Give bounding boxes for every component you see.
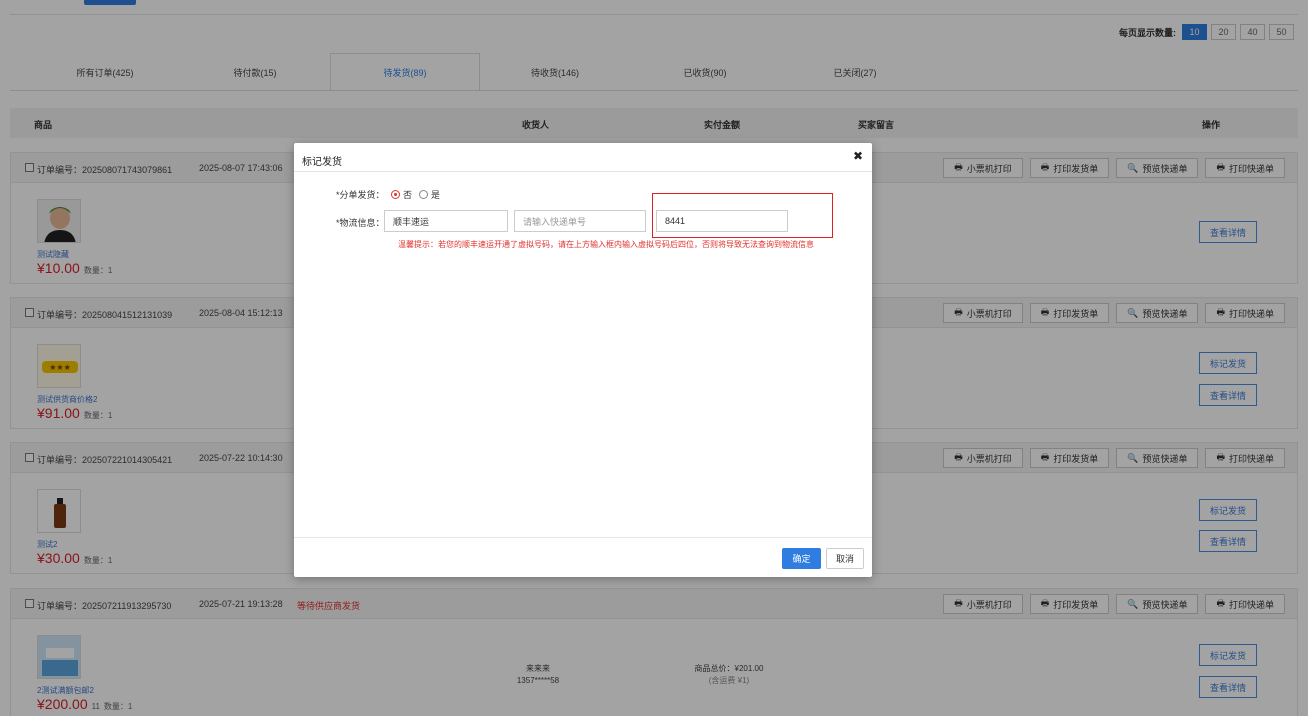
close-icon[interactable]: ✖ (853, 149, 863, 163)
dialog-title: 标记发货 (302, 157, 342, 168)
divider (294, 537, 872, 538)
radio-checked-icon (391, 190, 400, 199)
split-option-yes[interactable]: 是 (419, 188, 440, 201)
courier-select[interactable]: 顺丰速运 (384, 210, 508, 232)
divider (294, 171, 872, 172)
confirm-button[interactable]: 确定 (782, 548, 821, 569)
split-shipment-label: *分单发货： (336, 190, 385, 200)
split-option-no[interactable]: 否 (391, 188, 412, 201)
cancel-button[interactable]: 取消 (826, 548, 864, 569)
mark-shipped-dialog: 标记发货 ✖ *分单发货： 否 是 *物流信息： 顺丰速运 请输入快递单号 84… (294, 143, 872, 577)
tracking-number-input[interactable]: 请输入快递单号 (514, 210, 646, 232)
radio-unchecked-icon (419, 190, 428, 199)
logistics-info-label: *物流信息： (336, 218, 385, 228)
highlight-box (652, 193, 833, 238)
warning-tip: 温馨提示：若您的顺丰速运开通了虚拟号码，请在上方输入框内输入虚拟号码后四位，否则… (398, 240, 814, 249)
